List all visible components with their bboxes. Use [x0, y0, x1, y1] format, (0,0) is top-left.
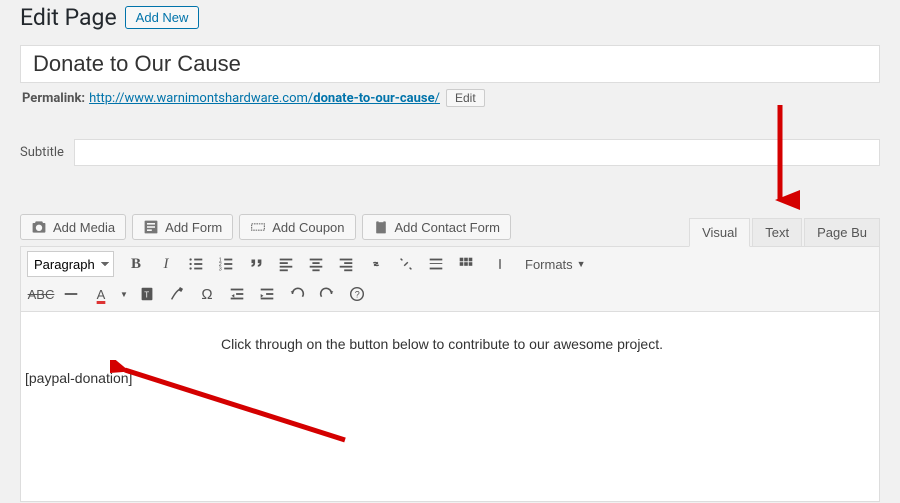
formats-dropdown[interactable]: Formats ▼ — [516, 253, 595, 276]
svg-text:?: ? — [355, 290, 360, 300]
align-center-button[interactable] — [302, 251, 330, 277]
align-right-button[interactable] — [332, 251, 360, 277]
permalink-slug: donate-to-our-cause — [313, 91, 434, 106]
content-shortcode: [paypal-donation] — [21, 370, 863, 386]
bold-button[interactable]: B — [122, 251, 150, 277]
chevron-down-icon: ▼ — [120, 290, 128, 299]
add-contact-form-button[interactable]: Add Contact Form — [362, 214, 512, 240]
paste-text-button[interactable]: T — [133, 281, 161, 307]
indent-button[interactable] — [253, 281, 281, 307]
add-media-label: Add Media — [53, 220, 115, 235]
svg-text:3: 3 — [219, 266, 222, 272]
text-color-button[interactable]: A — [87, 281, 115, 307]
permalink-edit-button[interactable]: Edit — [446, 89, 485, 107]
permalink-base: http://www.warnimontshardware.com/ — [89, 91, 313, 106]
special-char-button[interactable]: Ω — [193, 281, 221, 307]
content-editor[interactable]: Click through on the button below to con… — [20, 312, 880, 502]
permalink-row: Permalink: http://www.warnimontshardware… — [20, 83, 880, 111]
add-media-button[interactable]: Add Media — [20, 214, 126, 240]
subtitle-label: Subtitle — [20, 145, 64, 160]
hr-button[interactable] — [57, 281, 85, 307]
content-line-1: Click through on the button below to con… — [21, 336, 863, 352]
italic-button[interactable]: I — [152, 251, 180, 277]
permalink-label: Permalink: — [22, 91, 85, 106]
clipboard-icon — [373, 219, 389, 235]
chevron-down-icon: ▼ — [577, 259, 586, 269]
permalink-trail: / — [435, 91, 440, 106]
add-form-label: Add Form — [165, 220, 222, 235]
bullet-list-button[interactable] — [182, 251, 210, 277]
add-contact-form-label: Add Contact Form — [395, 220, 501, 235]
subtitle-input[interactable] — [74, 139, 880, 166]
toolbar-row-1: Paragraph B I 123 Formats ▼ — [20, 246, 880, 279]
number-list-button[interactable]: 123 — [212, 251, 240, 277]
tab-visual[interactable]: Visual — [689, 218, 750, 247]
block-format-select[interactable]: Paragraph — [27, 251, 114, 277]
toolbar-row-2: ABC A ▼ T Ω ? — [20, 279, 880, 312]
blockquote-button[interactable] — [242, 251, 270, 277]
coupon-icon — [250, 219, 266, 235]
permalink-link[interactable]: http://www.warnimontshardware.com/donate… — [89, 91, 440, 106]
insert-link-button[interactable] — [362, 251, 390, 277]
page-heading: Edit Page — [20, 4, 117, 31]
camera-icon — [31, 219, 47, 235]
separator-button[interactable] — [492, 251, 508, 277]
strikethrough-button[interactable]: ABC — [27, 281, 55, 307]
help-button[interactable]: ? — [343, 281, 371, 307]
unlink-button[interactable] — [392, 251, 420, 277]
redo-button[interactable] — [313, 281, 341, 307]
form-icon — [143, 219, 159, 235]
clear-formatting-button[interactable] — [163, 281, 191, 307]
align-left-button[interactable] — [272, 251, 300, 277]
add-coupon-label: Add Coupon — [272, 220, 344, 235]
text-color-chevron[interactable]: ▼ — [117, 281, 131, 307]
tab-page-builder[interactable]: Page Bu — [804, 218, 880, 246]
outdent-button[interactable] — [223, 281, 251, 307]
svg-text:T: T — [144, 291, 149, 300]
toolbar-toggle-button[interactable] — [452, 251, 480, 277]
insert-more-button[interactable] — [422, 251, 450, 277]
tab-text[interactable]: Text — [752, 218, 802, 246]
add-form-button[interactable]: Add Form — [132, 214, 233, 240]
undo-button[interactable] — [283, 281, 311, 307]
add-coupon-button[interactable]: Add Coupon — [239, 214, 355, 240]
post-title-input[interactable] — [20, 45, 880, 83]
add-new-page-button[interactable]: Add New — [125, 6, 200, 29]
